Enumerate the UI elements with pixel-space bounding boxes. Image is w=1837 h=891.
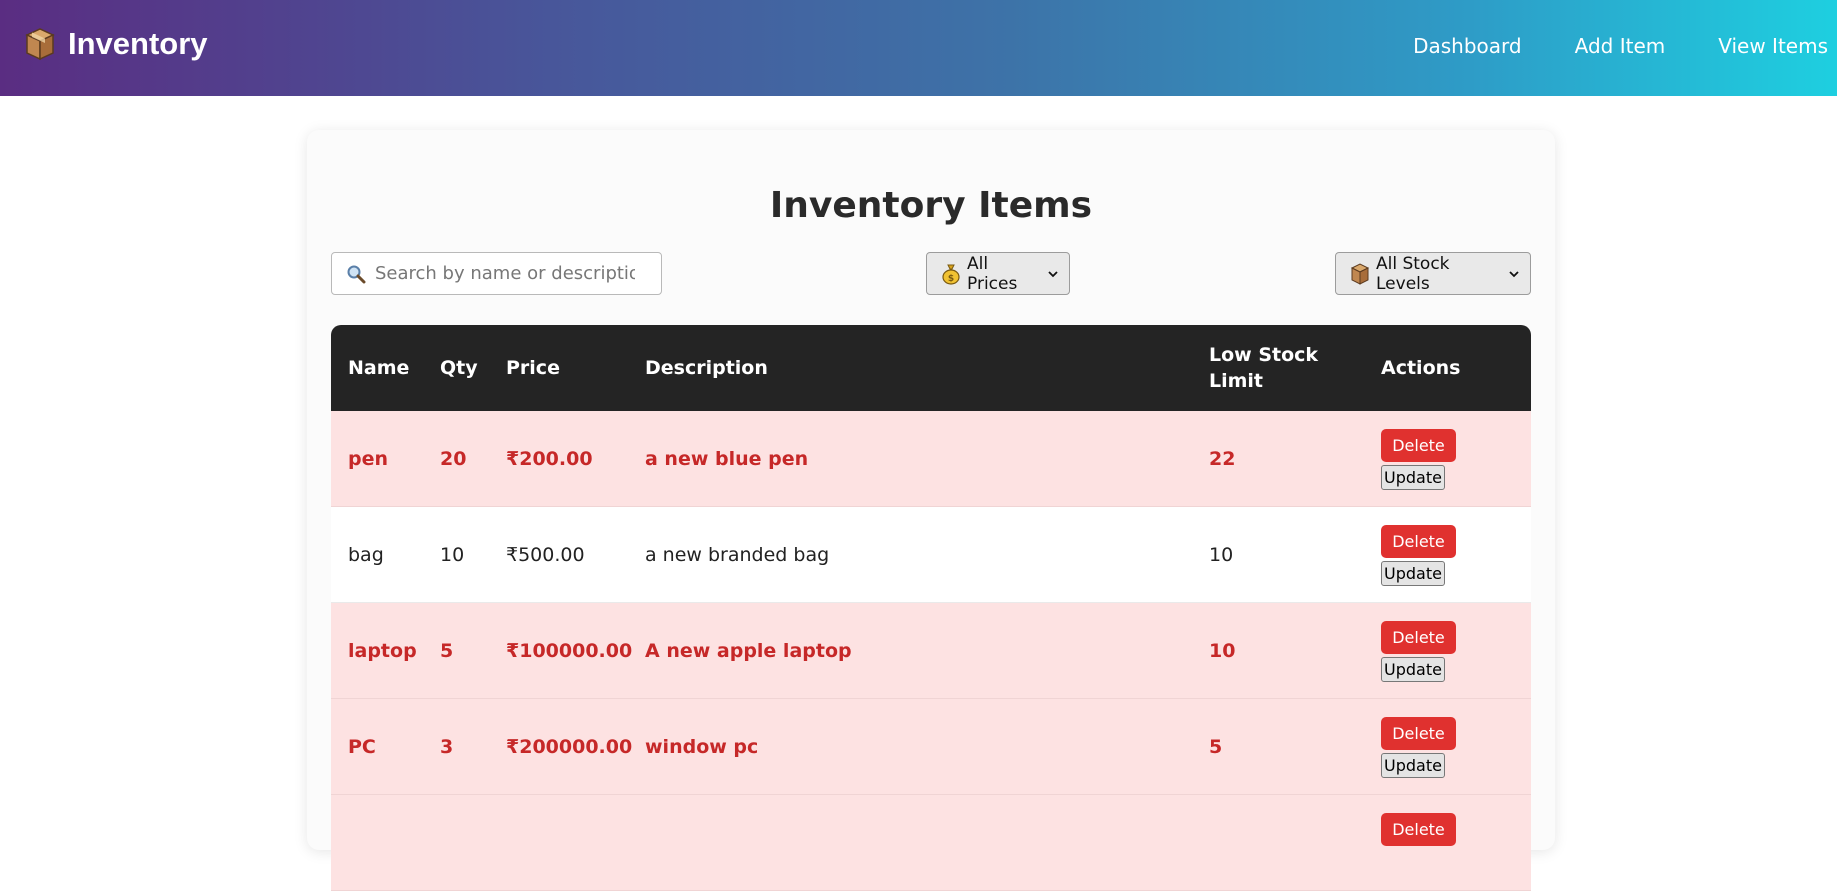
row-actions: Delete Update bbox=[1381, 429, 1456, 490]
delete-button[interactable]: Delete bbox=[1381, 621, 1456, 654]
search-box[interactable] bbox=[331, 252, 662, 295]
cell-price: ₹200000.00 bbox=[506, 735, 633, 758]
table-row: laptop 5 ₹100000.00 A new apple laptop 1… bbox=[331, 603, 1531, 699]
cell-name: PC bbox=[348, 735, 376, 758]
search-input[interactable] bbox=[373, 262, 637, 285]
column-header-qty: Qty bbox=[440, 357, 478, 379]
nav-links: Dashboard Add Item View Items bbox=[1360, 34, 1828, 58]
svg-text:$: $ bbox=[948, 274, 954, 284]
cell-name: pen bbox=[348, 447, 389, 470]
nav-link-add-item[interactable]: Add Item bbox=[1575, 34, 1666, 58]
brand-title: Inventory bbox=[68, 26, 208, 61]
brand[interactable]: Inventory bbox=[24, 26, 208, 62]
column-header-actions: Actions bbox=[1381, 357, 1461, 379]
row-actions: Delete Update bbox=[1381, 717, 1456, 778]
page-title: Inventory Items bbox=[769, 185, 1093, 226]
money-bag-icon: $ bbox=[942, 264, 960, 285]
table-row: pen 20 ₹200.00 a new blue pen 22 Delete … bbox=[331, 411, 1531, 507]
cell-low-stock-limit: 22 bbox=[1209, 447, 1236, 470]
column-header-description: Description bbox=[645, 357, 768, 379]
cell-name: laptop bbox=[348, 639, 417, 662]
inventory-table: Name Qty Price Description Low Stock Lim… bbox=[331, 325, 1531, 891]
cell-low-stock-limit: 10 bbox=[1209, 639, 1236, 662]
cell-qty: 10 bbox=[440, 543, 465, 566]
top-navbar: Inventory Dashboard Add Item View Items bbox=[0, 0, 1837, 96]
delete-button[interactable]: Delete bbox=[1381, 429, 1456, 462]
inventory-card: Inventory Items $ All Prices All Stock L… bbox=[307, 130, 1555, 891]
stock-filter-select[interactable]: All Stock Levels bbox=[1335, 252, 1531, 295]
table-header: Name Qty Price Description Low Stock Lim… bbox=[331, 325, 1531, 411]
price-filter-select[interactable]: $ All Prices bbox=[926, 252, 1070, 295]
cell-description: A new apple laptop bbox=[645, 639, 852, 662]
row-actions: Delete Update bbox=[1381, 621, 1456, 682]
delete-button[interactable]: Delete bbox=[1381, 525, 1456, 558]
row-actions: Delete Update bbox=[1381, 525, 1456, 586]
update-button[interactable]: Update bbox=[1381, 561, 1445, 586]
nav-link-view-items[interactable]: View Items bbox=[1718, 34, 1828, 58]
cell-low-stock-limit: 5 bbox=[1209, 735, 1223, 758]
column-header-price: Price bbox=[506, 357, 560, 379]
table-row: PC 3 ₹200000.00 window pc 5 Delete Updat… bbox=[331, 699, 1531, 795]
row-actions: Delete bbox=[1381, 813, 1456, 849]
table-row: bag 10 ₹500.00 a new branded bag 10 Dele… bbox=[331, 507, 1531, 603]
update-button[interactable]: Update bbox=[1381, 465, 1445, 490]
cell-description: a new blue pen bbox=[645, 447, 809, 470]
cell-low-stock-limit: 10 bbox=[1209, 543, 1234, 566]
price-select-value: All Prices bbox=[967, 253, 1018, 294]
search-icon bbox=[347, 265, 366, 283]
nav-link-dashboard[interactable]: Dashboard bbox=[1413, 34, 1522, 58]
cell-qty: 3 bbox=[440, 735, 454, 758]
cell-price: ₹200.00 bbox=[506, 447, 593, 470]
chevron-down-icon bbox=[1509, 270, 1519, 277]
update-button[interactable]: Update bbox=[1381, 657, 1445, 682]
stock-select-value: All Stock Levels bbox=[1376, 253, 1450, 294]
update-button[interactable]: Update bbox=[1381, 753, 1445, 778]
cell-description: a new branded bag bbox=[645, 543, 830, 566]
chevron-down-icon bbox=[1048, 270, 1058, 277]
cell-description: window pc bbox=[645, 735, 759, 758]
delete-button[interactable]: Delete bbox=[1381, 717, 1456, 750]
table-row: Delete bbox=[331, 795, 1531, 891]
cell-qty: 20 bbox=[440, 447, 467, 470]
cell-qty: 5 bbox=[440, 639, 454, 662]
cell-price: ₹500.00 bbox=[506, 543, 585, 566]
column-header-low-stock-limit: Low Stock Limit bbox=[1209, 344, 1319, 392]
package-icon bbox=[25, 28, 55, 61]
cell-name: bag bbox=[348, 543, 384, 566]
column-header-name: Name bbox=[348, 357, 410, 379]
package-icon bbox=[1350, 262, 1370, 285]
cell-price: ₹100000.00 bbox=[506, 639, 633, 662]
